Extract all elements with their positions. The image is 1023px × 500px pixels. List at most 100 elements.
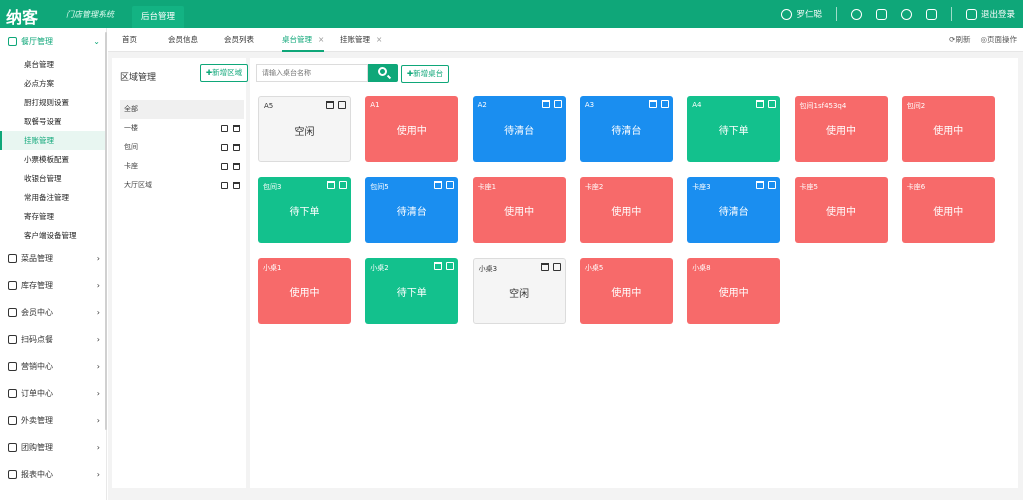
- table-search-input[interactable]: [256, 64, 368, 82]
- trash-icon[interactable]: [233, 144, 240, 151]
- sidebar-item[interactable]: 客户端设备管理: [0, 226, 106, 245]
- table-card[interactable]: 小桌5 使用中: [579, 258, 673, 324]
- trash-icon[interactable]: [326, 101, 334, 109]
- user-menu[interactable]: 罗仁聪: [781, 8, 822, 20]
- bell-icon[interactable]: [900, 8, 912, 20]
- refresh-button[interactable]: ⟳刷新: [949, 28, 970, 52]
- table-card[interactable]: 包间1sf453q4 使用中: [794, 96, 888, 162]
- lock-icon[interactable]: [875, 8, 887, 20]
- edit-icon[interactable]: [338, 101, 346, 109]
- sidebar-group[interactable]: 订单中心 ›: [0, 380, 106, 407]
- tab[interactable]: 桌台管理 ×: [282, 28, 325, 52]
- trash-icon[interactable]: [540, 263, 549, 271]
- sidebar-item[interactable]: 必点方案: [0, 74, 106, 93]
- trash-icon[interactable]: [648, 100, 657, 108]
- slogan: 门店管理系统: [66, 10, 114, 19]
- table-card[interactable]: 卡座2 使用中: [579, 177, 673, 243]
- tab[interactable]: 挂账管理 ×: [340, 28, 382, 52]
- sidebar-group[interactable]: 餐厅管理 ⌄: [0, 28, 106, 55]
- trash-icon[interactable]: [756, 100, 765, 108]
- add-area-button[interactable]: ✚新增区域: [200, 64, 248, 82]
- logout-button[interactable]: 退出登录: [965, 8, 1015, 20]
- sidebar-group[interactable]: 会员中心 ›: [0, 299, 106, 326]
- sidebar-item[interactable]: 收银台管理: [0, 169, 106, 188]
- area-item[interactable]: 全部: [120, 100, 244, 119]
- sidebar-item[interactable]: 寄存管理: [0, 207, 106, 226]
- sidebar-item[interactable]: 厨打规则设置: [0, 93, 106, 112]
- download-icon[interactable]: [925, 8, 937, 20]
- trash-icon[interactable]: [434, 262, 443, 270]
- sidebar-item[interactable]: 小票模板配置: [0, 150, 106, 169]
- takeout-icon: [8, 416, 17, 425]
- tab[interactable]: 首页: [122, 28, 137, 52]
- trash-icon[interactable]: [233, 163, 240, 170]
- area-ops: [221, 157, 240, 170]
- table-card[interactable]: 卡座5 使用中: [794, 177, 888, 243]
- table-card[interactable]: 卡座6 使用中: [901, 177, 995, 243]
- area-item[interactable]: 卡座: [120, 157, 244, 176]
- table-card[interactable]: A1 使用中: [365, 96, 459, 162]
- admin-tab[interactable]: 后台管理: [132, 6, 184, 28]
- edit-icon[interactable]: [446, 181, 455, 189]
- table-card[interactable]: A5 空闲: [258, 96, 351, 162]
- sidebar-group-label: 扫码点餐: [21, 335, 53, 344]
- edit-icon[interactable]: [552, 263, 561, 271]
- area-item[interactable]: 一楼: [120, 119, 244, 138]
- add-area-label: 新增区域: [212, 68, 243, 77]
- sidebar-item[interactable]: 常用备注管理: [0, 188, 106, 207]
- trash-icon[interactable]: [233, 182, 240, 189]
- trash-icon[interactable]: [541, 100, 550, 108]
- sidebar-item[interactable]: 挂账管理: [0, 131, 106, 150]
- trash-icon[interactable]: [327, 181, 335, 189]
- trash-icon[interactable]: [233, 125, 240, 132]
- edit-icon[interactable]: [446, 262, 455, 270]
- sidebar-group[interactable]: 团购管理 ›: [0, 434, 106, 461]
- tab[interactable]: 会员列表: [224, 28, 254, 52]
- table-card[interactable]: A2 待清台: [472, 96, 566, 162]
- sidebar-item[interactable]: 桌台管理: [0, 55, 106, 74]
- table-card[interactable]: 小桌1 使用中: [258, 258, 351, 324]
- table-status: 使用中: [611, 207, 642, 218]
- table-card[interactable]: 小桌2 待下单: [365, 258, 459, 324]
- table-ops: [756, 100, 777, 108]
- sidebar-group[interactable]: 菜品管理 ›: [0, 245, 106, 272]
- tab[interactable]: 会员信息: [168, 28, 198, 52]
- edit-icon[interactable]: [339, 181, 347, 189]
- close-icon[interactable]: ×: [376, 35, 382, 44]
- table-card[interactable]: 包间3 待下单: [258, 177, 351, 243]
- page-ops-button[interactable]: ◎页面操作: [980, 28, 1017, 52]
- table-card[interactable]: 卡座3 待清台: [687, 177, 781, 243]
- edit-icon[interactable]: [768, 100, 777, 108]
- table-card[interactable]: 包间2 使用中: [901, 96, 995, 162]
- edit-icon[interactable]: [221, 182, 228, 189]
- table-card[interactable]: 包间5 待清台: [365, 177, 459, 243]
- edit-icon[interactable]: [553, 100, 562, 108]
- table-card[interactable]: 小桌8 使用中: [687, 258, 781, 324]
- scan-icon: [8, 335, 17, 344]
- sidebar-group[interactable]: 库存管理 ›: [0, 272, 106, 299]
- close-icon[interactable]: ×: [318, 35, 324, 44]
- area-item[interactable]: 包间: [120, 138, 244, 157]
- edit-icon[interactable]: [660, 100, 669, 108]
- add-table-button[interactable]: ✚新增桌台: [401, 65, 449, 83]
- table-card[interactable]: 卡座1 使用中: [472, 177, 566, 243]
- sidebar-group[interactable]: 外卖管理 ›: [0, 407, 106, 434]
- trash-icon[interactable]: [756, 181, 765, 189]
- table-card[interactable]: 小桌3 空闲: [472, 258, 566, 324]
- headset-icon[interactable]: [850, 8, 862, 20]
- table-card[interactable]: A3 待清台: [579, 96, 673, 162]
- sidebar-item[interactable]: 取餐号设置: [0, 112, 106, 131]
- area-item[interactable]: 大厅区域: [120, 176, 244, 195]
- sidebar-group[interactable]: 营销中心 ›: [0, 353, 106, 380]
- sidebar-group[interactable]: 报表中心 ›: [0, 461, 106, 488]
- edit-icon[interactable]: [221, 144, 228, 151]
- edit-icon[interactable]: [221, 163, 228, 170]
- table-status: 空闲: [294, 127, 315, 138]
- edit-icon[interactable]: [221, 125, 228, 132]
- edit-icon[interactable]: [768, 181, 777, 189]
- sidebar-group[interactable]: 扫码点餐 ›: [0, 326, 106, 353]
- search-button[interactable]: [368, 64, 398, 82]
- table-status: 使用中: [396, 126, 427, 137]
- trash-icon[interactable]: [434, 181, 443, 189]
- table-card[interactable]: A4 待下单: [687, 96, 781, 162]
